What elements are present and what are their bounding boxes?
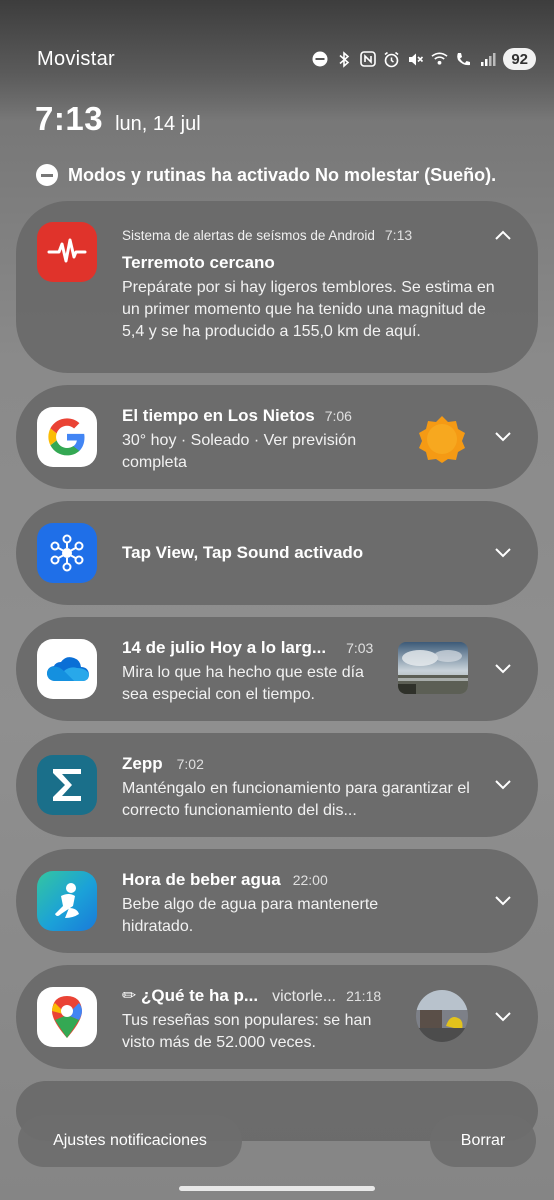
title-text: Zepp — [122, 754, 163, 773]
app-name-text: Sistema de alertas de seísmos de Android — [122, 228, 375, 243]
notification-time: 7:03 — [346, 640, 374, 656]
dnd-banner[interactable]: Modos y rutinas ha activado No molestar … — [36, 164, 496, 186]
chevron-down-icon[interactable] — [494, 659, 512, 677]
chevron-down-icon[interactable] — [494, 1007, 512, 1025]
nfc-icon — [359, 51, 376, 68]
notification-title: Terremoto cercano — [122, 253, 275, 272]
notification-settings-button[interactable]: Ajustes notificaciones — [18, 1115, 242, 1167]
notification-body: Bebe algo de agua para mantenerte hidrat… — [122, 896, 379, 935]
onedrive-icon — [37, 639, 97, 699]
signal-icon — [479, 51, 496, 68]
dnd-icon — [311, 51, 328, 68]
title-text: Hora de beber agua — [122, 870, 281, 889]
notification-app-name: Sistema de alertas de seísmos de Android… — [122, 227, 412, 243]
battery-level: 92 — [503, 48, 536, 70]
wifi-calling-icon — [431, 51, 448, 68]
zepp-icon — [37, 755, 97, 815]
carrier-name: Movistar — [37, 48, 115, 70]
samsung-health-icon — [37, 871, 97, 931]
notification-title: Zepp 7:02 — [122, 754, 204, 774]
chevron-down-icon[interactable] — [494, 427, 512, 445]
dnd-icon — [36, 164, 58, 186]
notification-title: ✏ ¿Qué te ha p... victorle... 21:18 — [122, 986, 381, 1006]
title-text: 14 de julio Hoy a lo larg... — [122, 638, 327, 657]
notification-title: El tiempo en Los Nietos 7:06 — [122, 406, 352, 426]
mute-icon — [407, 51, 424, 68]
title-text: El tiempo en Los Nietos — [122, 406, 315, 425]
notification-time: 22:00 — [292, 872, 328, 888]
dnd-message: Modos y rutinas ha activado No molestar … — [68, 164, 497, 185]
review-photo-thumbnail — [416, 990, 468, 1042]
notification-sender: victorle... — [272, 988, 337, 1005]
memory-photo-thumbnail — [398, 642, 468, 694]
bluetooth-icon — [335, 50, 352, 68]
notification-body: 30° hoy · Soleado · Ver previsión comple… — [122, 432, 357, 471]
notification-body: Manténgalo en funcionamiento para garant… — [122, 780, 470, 819]
notification-zepp[interactable]: Zepp 7:02 Manténgalo en funcionamiento pa… — [16, 733, 538, 837]
notification-samsung-health[interactable]: Hora de beber agua 22:00 Bebe algo de agu… — [16, 849, 538, 953]
chevron-down-icon[interactable] — [494, 891, 512, 909]
sunny-weather-icon — [419, 416, 465, 463]
notification-google-maps[interactable]: ✏ ¿Qué te ha p... victorle... 21:18 Tus re… — [16, 965, 538, 1069]
home-indicator[interactable] — [179, 1186, 375, 1191]
notification-title: Hora de beber agua 22:00 — [122, 870, 328, 890]
notification-title: Tap View, Tap Sound activado — [122, 543, 364, 562]
volte-icon — [455, 51, 472, 68]
notification-body: Tus reseñas son populares: se han visto … — [122, 1012, 372, 1051]
chevron-down-icon[interactable] — [494, 775, 512, 793]
notification-body: Mira lo que ha hecho que este día sea es… — [122, 664, 364, 703]
notification-time: 7:02 — [176, 756, 204, 772]
clear-button[interactable]: Borrar — [430, 1115, 536, 1167]
lockscreen-clock: 7:13 lun, 14 jul — [35, 100, 201, 138]
notification-onedrive[interactable]: 14 de julio Hoy a lo larg... 7:03 Mira lo… — [16, 617, 538, 721]
earthquake-alert-icon — [37, 222, 97, 282]
chevron-up-icon[interactable] — [494, 227, 512, 245]
notification-title: 14 de julio Hoy a lo larg... 7:03 — [122, 638, 373, 658]
notification-time: 7:13 — [384, 227, 413, 243]
time: 7:13 — [35, 100, 104, 137]
notification-weather[interactable]: El tiempo en Los Nietos 7:06 30° hoy · So… — [16, 385, 538, 489]
notification-earthquake[interactable]: Sistema de alertas de seísmos de Android… — [16, 201, 538, 373]
notification-time: 21:18 — [346, 988, 382, 1004]
google-icon — [37, 407, 97, 467]
google-maps-icon — [37, 987, 97, 1047]
notification-time: 7:06 — [324, 408, 352, 424]
samsung-hub-icon — [37, 523, 97, 583]
notification-body: Prepárate por si hay ligeros temblores. … — [122, 279, 495, 340]
chevron-down-icon[interactable] — [494, 543, 512, 561]
alarm-icon — [383, 51, 400, 68]
title-text: ✏ ¿Qué te ha p... — [122, 986, 259, 1005]
status-icons: 92 — [311, 46, 536, 72]
notification-tap-view[interactable]: Tap View, Tap Sound activado — [16, 501, 538, 605]
date: lun, 14 jul — [115, 113, 201, 135]
